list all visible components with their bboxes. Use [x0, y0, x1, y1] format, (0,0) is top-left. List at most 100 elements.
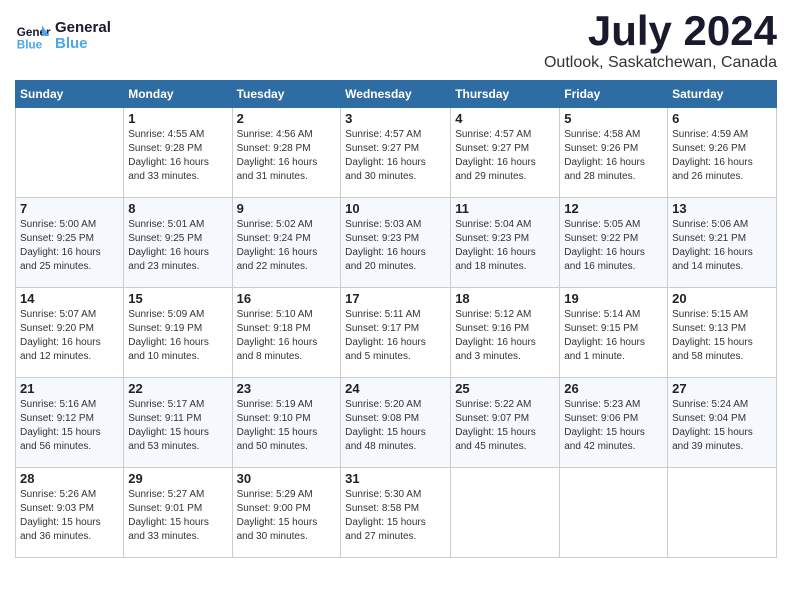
table-cell: 17 Sunrise: 5:11 AM Sunset: 9:17 PM Dayli… — [341, 288, 451, 378]
day-number: 24 — [345, 381, 446, 396]
week-row-3: 14 Sunrise: 5:07 AM Sunset: 9:20 PM Dayli… — [16, 288, 777, 378]
table-cell: 13 Sunrise: 5:06 AM Sunset: 9:21 PM Dayli… — [668, 198, 777, 288]
day-info: Sunrise: 5:29 AM Sunset: 9:00 PM Dayligh… — [237, 488, 337, 544]
week-row-1: 1 Sunrise: 4:55 AM Sunset: 9:28 PM Daylig… — [16, 108, 777, 198]
day-info: Sunrise: 4:57 AM Sunset: 9:27 PM Dayligh… — [345, 128, 446, 184]
table-cell: 16 Sunrise: 5:10 AM Sunset: 9:18 PM Dayli… — [232, 288, 341, 378]
day-number: 29 — [128, 471, 227, 486]
day-info: Sunrise: 5:27 AM Sunset: 9:01 PM Dayligh… — [128, 488, 227, 544]
table-cell: 6 Sunrise: 4:59 AM Sunset: 9:26 PM Daylig… — [668, 108, 777, 198]
week-row-5: 28Sunrise: 5:26 AM Sunset: 9:03 PM Dayli… — [16, 468, 777, 558]
day-number: 27 — [672, 381, 772, 396]
table-cell: 27 Sunrise: 5:24 AM Sunset: 9:04 PM Dayli… — [668, 378, 777, 468]
col-sunday: Sunday — [16, 81, 124, 108]
day-info: Sunrise: 5:22 AM Sunset: 9:07 PM Dayligh… — [455, 398, 555, 454]
table-cell: 11 Sunrise: 5:04 AM Sunset: 9:23 PM Dayli… — [451, 198, 560, 288]
day-number: 4 — [455, 111, 555, 126]
day-number: 7 — [20, 201, 119, 216]
day-info: Sunrise: 5:11 AM Sunset: 9:17 PM Dayligh… — [345, 308, 446, 364]
day-number: 10 — [345, 201, 446, 216]
day-number: 3 — [345, 111, 446, 126]
table-cell: 15Sunrise: 5:09 AM Sunset: 9:19 PM Dayli… — [124, 288, 232, 378]
day-number: 12 — [564, 201, 663, 216]
day-number: 25 — [455, 381, 555, 396]
day-number: 20 — [672, 291, 772, 306]
table-cell: 2Sunrise: 4:56 AM Sunset: 9:28 PM Daylig… — [232, 108, 341, 198]
day-number: 6 — [672, 111, 772, 126]
svg-text:Blue: Blue — [17, 39, 43, 52]
day-number: 26 — [564, 381, 663, 396]
day-info: Sunrise: 5:06 AM Sunset: 9:21 PM Dayligh… — [672, 218, 772, 274]
table-cell — [668, 468, 777, 558]
location-title: Outlook, Saskatchewan, Canada — [544, 54, 777, 72]
table-cell: 20 Sunrise: 5:15 AM Sunset: 9:13 PM Dayli… — [668, 288, 777, 378]
table-cell: 23Sunrise: 5:19 AM Sunset: 9:10 PM Dayli… — [232, 378, 341, 468]
table-cell: 1 Sunrise: 4:55 AM Sunset: 9:28 PM Daylig… — [124, 108, 232, 198]
table-cell: 24 Sunrise: 5:20 AM Sunset: 9:08 PM Dayli… — [341, 378, 451, 468]
day-info: Sunrise: 5:10 AM Sunset: 9:18 PM Dayligh… — [237, 308, 337, 364]
table-cell: 29 Sunrise: 5:27 AM Sunset: 9:01 PM Dayli… — [124, 468, 232, 558]
calendar-header-row: Sunday Monday Tuesday Wednesday Thursday… — [16, 81, 777, 108]
day-number: 11 — [455, 201, 555, 216]
page-header: General Blue General Blue July 2024 Outl… — [15, 10, 777, 72]
table-cell: 9Sunrise: 5:02 AM Sunset: 9:24 PM Daylig… — [232, 198, 341, 288]
day-info: Sunrise: 5:20 AM Sunset: 9:08 PM Dayligh… — [345, 398, 446, 454]
table-cell: 3 Sunrise: 4:57 AM Sunset: 9:27 PM Daylig… — [341, 108, 451, 198]
day-info: Sunrise: 5:07 AM Sunset: 9:20 PM Dayligh… — [20, 308, 119, 364]
day-number: 1 — [128, 111, 227, 126]
day-info: Sunrise: 5:26 AM Sunset: 9:03 PM Dayligh… — [20, 488, 119, 544]
day-number: 31 — [345, 471, 446, 486]
table-cell: 28Sunrise: 5:26 AM Sunset: 9:03 PM Dayli… — [16, 468, 124, 558]
logo-icon: General Blue — [15, 18, 51, 54]
day-number: 22 — [128, 381, 227, 396]
table-cell: 31 Sunrise: 5:30 AM Sunset: 8:58 PM Dayli… — [341, 468, 451, 558]
col-wednesday: Wednesday — [341, 81, 451, 108]
week-row-4: 21Sunrise: 5:16 AM Sunset: 9:12 PM Dayli… — [16, 378, 777, 468]
month-year-title: July 2024 — [544, 10, 777, 52]
day-info: Sunrise: 5:15 AM Sunset: 9:13 PM Dayligh… — [672, 308, 772, 364]
col-saturday: Saturday — [668, 81, 777, 108]
day-number: 14 — [20, 291, 119, 306]
day-info: Sunrise: 5:19 AM Sunset: 9:10 PM Dayligh… — [237, 398, 337, 454]
table-cell — [16, 108, 124, 198]
day-number: 13 — [672, 201, 772, 216]
table-cell: 5Sunrise: 4:58 AM Sunset: 9:26 PM Daylig… — [560, 108, 668, 198]
day-info: Sunrise: 4:55 AM Sunset: 9:28 PM Dayligh… — [128, 128, 227, 184]
logo: General Blue General Blue — [15, 18, 111, 54]
col-friday: Friday — [560, 81, 668, 108]
table-cell: 25 Sunrise: 5:22 AM Sunset: 9:07 PM Dayli… — [451, 378, 560, 468]
table-cell: 10 Sunrise: 5:03 AM Sunset: 9:23 PM Dayli… — [341, 198, 451, 288]
day-info: Sunrise: 5:05 AM Sunset: 9:22 PM Dayligh… — [564, 218, 663, 274]
day-info: Sunrise: 5:30 AM Sunset: 8:58 PM Dayligh… — [345, 488, 446, 544]
day-info: Sunrise: 5:03 AM Sunset: 9:23 PM Dayligh… — [345, 218, 446, 274]
day-number: 16 — [237, 291, 337, 306]
logo-line1: General — [55, 20, 111, 37]
day-info: Sunrise: 5:00 AM Sunset: 9:25 PM Dayligh… — [20, 218, 119, 274]
table-cell: 26Sunrise: 5:23 AM Sunset: 9:06 PM Dayli… — [560, 378, 668, 468]
title-area: July 2024 Outlook, Saskatchewan, Canada — [544, 10, 777, 72]
day-number: 2 — [237, 111, 337, 126]
week-row-2: 7 Sunrise: 5:00 AM Sunset: 9:25 PM Daylig… — [16, 198, 777, 288]
col-monday: Monday — [124, 81, 232, 108]
table-cell: 4 Sunrise: 4:57 AM Sunset: 9:27 PM Daylig… — [451, 108, 560, 198]
calendar-table: Sunday Monday Tuesday Wednesday Thursday… — [15, 80, 777, 558]
table-cell: 21Sunrise: 5:16 AM Sunset: 9:12 PM Dayli… — [16, 378, 124, 468]
day-info: Sunrise: 5:17 AM Sunset: 9:11 PM Dayligh… — [128, 398, 227, 454]
table-cell: 30 Sunrise: 5:29 AM Sunset: 9:00 PM Dayli… — [232, 468, 341, 558]
day-info: Sunrise: 5:04 AM Sunset: 9:23 PM Dayligh… — [455, 218, 555, 274]
day-info: Sunrise: 5:14 AM Sunset: 9:15 PM Dayligh… — [564, 308, 663, 364]
day-number: 15 — [128, 291, 227, 306]
day-info: Sunrise: 4:59 AM Sunset: 9:26 PM Dayligh… — [672, 128, 772, 184]
day-number: 9 — [237, 201, 337, 216]
day-number: 17 — [345, 291, 446, 306]
day-number: 8 — [128, 201, 227, 216]
day-number: 30 — [237, 471, 337, 486]
table-cell — [451, 468, 560, 558]
day-info: Sunrise: 5:24 AM Sunset: 9:04 PM Dayligh… — [672, 398, 772, 454]
day-info: Sunrise: 4:57 AM Sunset: 9:27 PM Dayligh… — [455, 128, 555, 184]
day-info: Sunrise: 4:58 AM Sunset: 9:26 PM Dayligh… — [564, 128, 663, 184]
table-cell: 22 Sunrise: 5:17 AM Sunset: 9:11 PM Dayli… — [124, 378, 232, 468]
col-tuesday: Tuesday — [232, 81, 341, 108]
table-cell: 8Sunrise: 5:01 AM Sunset: 9:25 PM Daylig… — [124, 198, 232, 288]
table-cell: 18Sunrise: 5:12 AM Sunset: 9:16 PM Dayli… — [451, 288, 560, 378]
